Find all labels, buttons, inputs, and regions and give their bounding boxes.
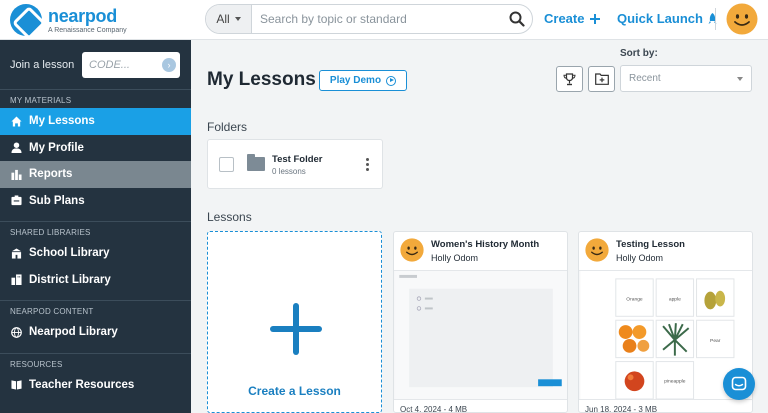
lesson-meta: Jun 18, 2024 - 3 MB <box>585 405 658 413</box>
folder-plus-icon <box>594 73 609 85</box>
plus-icon <box>590 13 601 24</box>
header-divider <box>715 8 716 30</box>
lesson-author: Holly Odom <box>431 253 479 263</box>
folder-icon <box>247 154 265 171</box>
sidebar-item-label: My Profile <box>29 141 84 154</box>
avatar-icon <box>400 238 424 262</box>
sidebar-item-sub-plans[interactable]: Sub Plans <box>0 188 191 215</box>
trophy-icon <box>563 72 576 85</box>
nearpod-logo[interactable]: nearpod A Renaissance Company <box>10 4 127 36</box>
sidebar-item-my-lessons[interactable]: My Lessons <box>0 108 191 135</box>
play-circle-icon <box>386 75 397 86</box>
trophy-button[interactable] <box>556 66 583 92</box>
create-lesson-label: Create a Lesson <box>248 384 341 398</box>
sidebar-item-my-profile[interactable]: My Profile <box>0 135 191 162</box>
section-label-shared-libraries: SHARED LIBRARIES <box>10 228 91 237</box>
folder-card[interactable]: Test Folder 0 lessons <box>207 139 383 189</box>
district-icon <box>11 274 22 286</box>
top-bar: nearpod A Renaissance Company All Create… <box>0 0 768 40</box>
sidebar-item-label: My Lessons <box>29 115 95 128</box>
nearpod-logo-icon <box>10 4 42 36</box>
sort-value: Recent <box>629 73 661 84</box>
thumb-word: apple <box>669 297 681 303</box>
search-bar: All <box>205 4 533 34</box>
lesson-card[interactable]: Women's History Month Holly Odom Oct 4, … <box>393 231 568 413</box>
new-folder-button[interactable] <box>588 66 615 92</box>
large-plus-icon-bar <box>270 326 322 332</box>
sidebar-item-label: Sub Plans <box>29 194 85 207</box>
thumb-word: Orange <box>626 297 643 303</box>
create-label: Create <box>544 11 585 26</box>
sort-dropdown[interactable]: Recent <box>620 65 752 92</box>
main-content: My Lessons Play Demo Sort by: Recent Fol… <box>191 40 768 413</box>
folder-name: Test Folder <box>272 154 323 165</box>
create-button[interactable]: Create <box>544 11 601 26</box>
chevron-down-icon <box>234 17 241 21</box>
section-label-resources: RESOURCES <box>10 359 63 369</box>
lesson-meta: Oct 4, 2024 - 4 MB <box>400 405 468 413</box>
play-demo-label: Play Demo <box>329 75 382 86</box>
sidebar-item-school-library[interactable]: School Library <box>0 240 191 267</box>
arrow-right-icon: › <box>167 59 171 70</box>
sub-plans-icon <box>11 195 22 206</box>
book-icon <box>11 380 22 390</box>
thumb-word: pineapple <box>664 378 686 384</box>
sort-label: Sort by: <box>620 48 658 59</box>
sidebar-item-label: School Library <box>29 247 110 260</box>
bar-chart-icon <box>11 169 22 180</box>
lesson-title: Testing Lesson <box>616 239 685 250</box>
lessons-heading: Lessons <box>207 210 252 224</box>
lesson-thumbnail <box>394 270 567 400</box>
brand-name: nearpod <box>48 5 117 26</box>
search-input[interactable] <box>252 12 502 26</box>
play-demo-button[interactable]: Play Demo <box>319 70 407 91</box>
create-lesson-card[interactable]: Create a Lesson <box>207 231 382 413</box>
chat-support-button[interactable] <box>723 368 755 400</box>
thumb-word: Pear <box>710 338 721 344</box>
sidebar: Join a lesson › MY MATERIALS My Lessons … <box>0 40 191 413</box>
quick-launch-button[interactable]: Quick Launch <box>617 11 717 26</box>
folder-lesson-count: 0 lessons <box>272 167 306 176</box>
sidebar-item-label: District Library <box>29 273 111 286</box>
search-type-dropdown[interactable]: All <box>206 5 252 33</box>
sidebar-item-teacher-resources[interactable]: Teacher Resources <box>0 372 191 399</box>
join-lesson-label: Join a lesson <box>10 58 75 71</box>
lesson-author: Holly Odom <box>616 253 664 263</box>
code-field: › <box>82 51 180 78</box>
sidebar-item-label: Reports <box>29 168 73 181</box>
search-icon <box>509 11 525 27</box>
quick-launch-label: Quick Launch <box>617 11 703 26</box>
sidebar-item-reports[interactable]: Reports <box>0 161 191 188</box>
search-button[interactable] <box>502 5 532 33</box>
code-input[interactable] <box>89 58 162 71</box>
section-label-nearpod-content: NEARPOD CONTENT <box>10 307 94 316</box>
folders-heading: Folders <box>207 120 248 134</box>
avatar-icon[interactable] <box>726 3 758 35</box>
brand-tagline: A Renaissance Company <box>48 26 127 34</box>
section-label-my-materials: MY MATERIALS <box>10 96 72 105</box>
chevron-down-icon <box>737 76 743 81</box>
sidebar-item-label: Nearpod Library <box>29 326 118 339</box>
folder-checkbox[interactable] <box>219 157 234 172</box>
avatar-icon <box>585 238 609 262</box>
search-type-value: All <box>216 12 230 26</box>
page-title: My Lessons <box>207 69 316 90</box>
more-options-icon[interactable] <box>366 158 369 171</box>
sidebar-item-district-library[interactable]: District Library <box>0 267 191 294</box>
lesson-title: Women's History Month <box>431 239 540 250</box>
user-icon <box>11 142 22 154</box>
globe-icon <box>11 326 22 338</box>
home-icon <box>11 116 22 127</box>
join-submit-button[interactable]: › <box>162 57 176 72</box>
school-icon <box>11 248 22 259</box>
chat-icon <box>731 376 747 391</box>
join-lesson-panel: Join a lesson › <box>0 40 191 90</box>
sidebar-item-nearpod-library[interactable]: Nearpod Library <box>0 319 191 346</box>
sidebar-item-label: Teacher Resources <box>29 378 135 391</box>
